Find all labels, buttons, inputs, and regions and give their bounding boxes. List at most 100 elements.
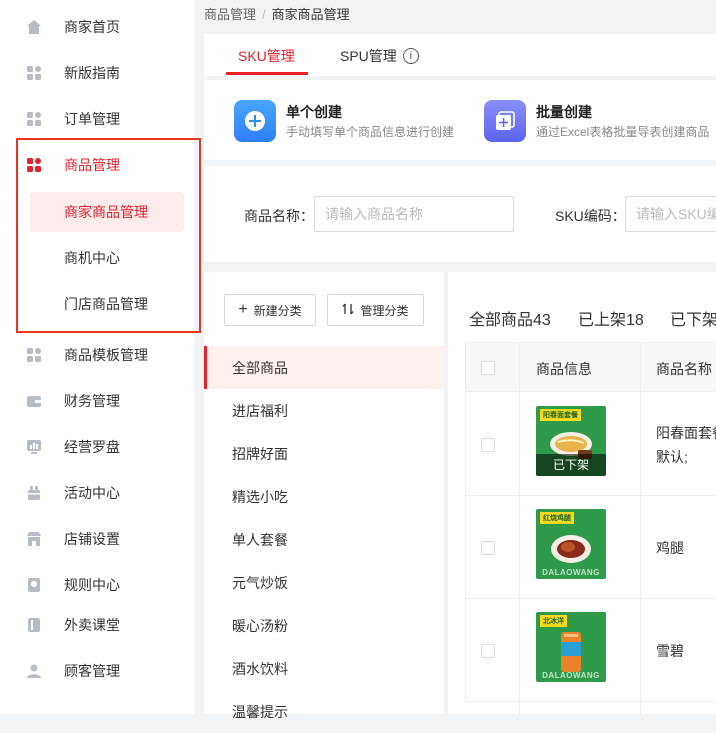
- category-item[interactable]: 暖心汤粉: [204, 604, 444, 647]
- thumbnail-brand: 红烧鸡腿: [540, 512, 574, 524]
- category-label: 元气炒饭: [232, 574, 288, 591]
- tab-sku[interactable]: SKU管理: [238, 46, 295, 66]
- category-label: 全部商品: [232, 359, 288, 376]
- product-name-input[interactable]: 请输入商品名称: [314, 196, 514, 232]
- category-item[interactable]: 招牌好面: [204, 432, 444, 475]
- filter-panel: 商品名称： 请输入商品名称 SKU编码： 请输入SKU编码: [204, 166, 716, 262]
- product-thumbnail: 阳春面套餐 已下架: [536, 406, 606, 476]
- single-create-title: 单个创建: [286, 104, 342, 120]
- breadcrumb-separator: /: [262, 7, 266, 22]
- new-category-button[interactable]: + 新建分类: [224, 294, 316, 326]
- filter-off-shelf[interactable]: 已下架: [670, 306, 716, 330]
- category-item[interactable]: 温馨提示: [204, 690, 444, 733]
- plus-icon: +: [238, 301, 248, 318]
- batch-create-title: 批量创建: [536, 104, 592, 120]
- sidebar-item-label: 财务管理: [64, 393, 120, 409]
- sidebar-item-label: 订单管理: [64, 111, 120, 127]
- soda-can-icon: [561, 632, 581, 672]
- product-name: 雪碧: [656, 643, 684, 659]
- column-header-info: 商品信息: [536, 361, 592, 377]
- table-row: 红烧鸡腿 DALAOWANG 鸡腿: [465, 496, 716, 599]
- single-create-desc: 手动填写单个商品信息进行创建: [286, 125, 455, 139]
- filter-all-products[interactable]: 全部商品43: [469, 306, 551, 330]
- breadcrumb: 商品管理 / 商家商品管理: [204, 4, 350, 23]
- sidebar-item-finance[interactable]: 财务管理: [0, 378, 194, 424]
- tab-spu[interactable]: SPU管理 i: [340, 46, 419, 66]
- category-panel: + 新建分类 管理分类 全部商品 进店福利 招牌好面 精选小吃 单人套餐 元气炒饭…: [204, 272, 444, 720]
- row-checkbox[interactable]: [481, 644, 495, 658]
- sidebar-item-label: 规则中心: [64, 577, 120, 593]
- category-item[interactable]: 元气炒饭: [204, 561, 444, 604]
- breadcrumb-parent[interactable]: 商品管理: [204, 7, 256, 22]
- sidebar-item-templates[interactable]: 商品模板管理: [0, 332, 194, 378]
- sidebar-item-label: 店铺设置: [64, 531, 120, 547]
- home-icon: [25, 18, 43, 36]
- filter-on-shelf[interactable]: 已上架18: [578, 306, 644, 330]
- add-circle-icon: [234, 100, 276, 142]
- batch-add-icon: [484, 100, 526, 142]
- tab-spu-label: SPU管理: [340, 48, 397, 64]
- sidebar-item-home[interactable]: 商家首页: [0, 4, 194, 50]
- chart-icon: [25, 438, 43, 456]
- category-label: 暖心汤粉: [232, 617, 288, 634]
- user-icon: [25, 662, 43, 680]
- batch-create-button[interactable]: 批量创建 通过Excel表格批量导表创建商品: [484, 98, 716, 142]
- manage-category-button[interactable]: 管理分类: [327, 294, 424, 326]
- manage-category-label: 管理分类: [360, 303, 409, 318]
- create-panel: 单个创建 手动填写单个商品信息进行创建 批量创建 通过Excel表格批量导表创建…: [204, 80, 716, 160]
- category-item[interactable]: 精选小吃: [204, 475, 444, 518]
- thumbnail-watermark: DALAOWANG: [542, 671, 600, 680]
- new-category-label: 新建分类: [253, 303, 302, 318]
- category-item[interactable]: 进店福利: [204, 389, 444, 432]
- wallet-icon: [25, 392, 43, 410]
- sidebar-item-store-settings[interactable]: 店铺设置: [0, 516, 194, 562]
- breadcrumb-current: 商家商品管理: [271, 7, 350, 22]
- info-icon[interactable]: i: [402, 48, 419, 64]
- category-label: 招牌好面: [232, 445, 288, 462]
- table-row: 北冰洋 DALAOWANG 雪碧: [465, 599, 716, 702]
- product-thumbnail: 北冰洋 DALAOWANG: [536, 612, 606, 682]
- sidebar-item-guide[interactable]: 新版指南: [0, 50, 194, 96]
- sidebar-item-label: 外卖课堂: [64, 617, 120, 633]
- sidebar-item-customers[interactable]: 顾客管理: [0, 648, 194, 694]
- product-thumbnail: 红烧鸡腿 DALAOWANG: [536, 509, 606, 579]
- grid-icon: [25, 64, 43, 82]
- sidebar-item-label: 商家首页: [64, 19, 120, 35]
- highlight-box: [16, 138, 201, 333]
- thumbnail-brand: 阳春面套餐: [540, 409, 581, 421]
- product-name: 阳春面套餐: [656, 425, 716, 441]
- grid-icon: [25, 110, 43, 128]
- book-icon: [25, 616, 43, 634]
- category-label: 单人套餐: [232, 531, 288, 548]
- gift-icon: [25, 484, 43, 502]
- category-label: 进店福利: [232, 402, 288, 419]
- sidebar-item-label: 活动中心: [64, 485, 120, 501]
- column-divider: [640, 342, 641, 714]
- off-shelf-badge: 已下架: [536, 454, 606, 476]
- chicken-bowl-icon: [551, 535, 591, 563]
- column-divider: [519, 342, 520, 714]
- row-checkbox[interactable]: [481, 541, 495, 555]
- sidebar-item-label: 经营罗盘: [64, 439, 120, 455]
- table-row: 阳春面套餐 已下架 阳春面套餐 默认;: [465, 393, 716, 496]
- sidebar-item-activity[interactable]: 活动中心: [0, 470, 194, 516]
- sidebar-item-orders[interactable]: 订单管理: [0, 96, 194, 142]
- single-create-button[interactable]: 单个创建 手动填写单个商品信息进行创建: [234, 98, 474, 142]
- grid-icon: [25, 346, 43, 364]
- row-checkbox[interactable]: [481, 438, 495, 452]
- sidebar-item-compass[interactable]: 经营罗盘: [0, 424, 194, 470]
- sidebar-item-label: 新版指南: [64, 65, 120, 81]
- sidebar: 商家首页 新版指南 订单管理 商品管理 商家商品管理 商机中心 门店商品管理 商…: [0, 0, 201, 714]
- product-spec: 默认;: [656, 449, 688, 465]
- batch-create-desc: 通过Excel表格批量导表创建商品: [536, 125, 710, 139]
- sidebar-item-class[interactable]: 外卖课堂: [0, 602, 194, 648]
- category-item[interactable]: 全部商品: [204, 346, 444, 389]
- product-list-panel: 全部商品43 已上架18 已下架 商品信息 商品名称 阳春面套餐 已下架 阳春面…: [448, 272, 716, 714]
- category-item[interactable]: 单人套餐: [204, 518, 444, 561]
- category-item[interactable]: 酒水饮料: [204, 647, 444, 690]
- sidebar-item-label: 商品模板管理: [64, 347, 148, 363]
- sku-code-input[interactable]: 请输入SKU编码: [625, 196, 716, 232]
- category-label: 精选小吃: [232, 488, 288, 505]
- category-label: 温馨提示: [232, 703, 288, 720]
- select-all-checkbox[interactable]: [481, 361, 495, 375]
